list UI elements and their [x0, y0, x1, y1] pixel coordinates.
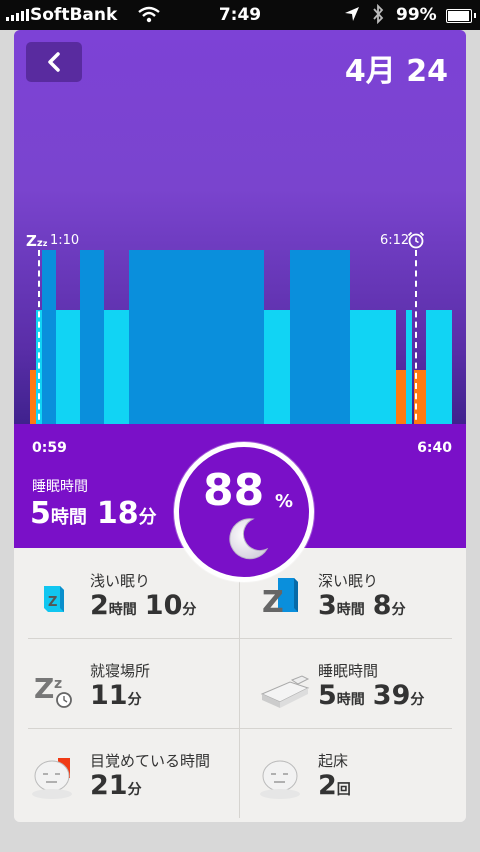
- sleep-score-badge: 88 %: [174, 442, 314, 582]
- sleep-bar-deep: [42, 250, 56, 430]
- sleep-bar-awake: [396, 370, 406, 430]
- stat-fall-asleep: Z z 就寝場所 11分: [30, 640, 240, 728]
- date-title: 4月 24: [344, 54, 448, 89]
- sleep-bar-deep: [80, 250, 104, 430]
- range-end-time: 6:40: [417, 440, 452, 456]
- moon-icon: [229, 518, 269, 560]
- sleep-bar-light: [104, 310, 129, 430]
- wake-time: 6:12: [380, 233, 410, 248]
- sleep-score-unit: %: [275, 491, 294, 512]
- zzz-icon: Zzz: [26, 232, 48, 250]
- sleep-bar-awake: [30, 370, 36, 430]
- sleep-graph: [30, 250, 452, 430]
- sleep-bar-deep: [290, 250, 350, 430]
- bluetooth-icon: [372, 3, 384, 29]
- stat-wake-count: 起床 2回: [258, 730, 466, 818]
- sleep-bar-light: [426, 310, 452, 430]
- wake-up-face-icon: [260, 760, 300, 799]
- light-sleep-icon: Z: [44, 586, 64, 612]
- chevron-left-icon: [48, 52, 60, 72]
- svg-text:Z: Z: [262, 585, 284, 620]
- total-sleep-value: 5時間 18分: [30, 496, 157, 531]
- range-start-time: 0:59: [32, 440, 67, 456]
- sleep-start-time: 1:10: [50, 233, 80, 248]
- svg-text:Z: Z: [34, 672, 54, 705]
- wake-line: [415, 250, 417, 430]
- deep-sleep-icon: Z: [262, 578, 298, 620]
- row-divider: [28, 728, 452, 729]
- back-button[interactable]: [26, 42, 82, 82]
- status-bar: SoftBank 7:49 99%: [0, 0, 480, 30]
- battery-icon: [446, 9, 476, 23]
- sleep-bar-light: [56, 310, 80, 430]
- bed-icon: [260, 675, 310, 708]
- fall-asleep-icon: Z z: [34, 672, 72, 708]
- sleep-bar-light: [350, 310, 396, 430]
- sleep-bar-light: [264, 310, 290, 430]
- sleep-bar-light: [406, 310, 412, 430]
- row-divider: [28, 638, 452, 639]
- stat-time-in-bed: 睡眠時間 5時間 39分: [258, 640, 466, 728]
- sleep-bar-deep: [129, 250, 264, 430]
- total-sleep-label: 睡眠時間: [32, 479, 88, 495]
- awake-face-icon: [32, 758, 72, 799]
- sleep-stats-grid: Z 浅い眠り 2時間 10分 Z 深い眠り 3時間 8分 Z z 就寝場所 11…: [14, 548, 466, 822]
- stat-awake-time: 目覚めている時間 21分: [30, 730, 240, 818]
- sleep-start-line: [38, 250, 40, 430]
- sleep-score-value: 88: [203, 465, 265, 516]
- svg-text:Z: Z: [48, 595, 57, 610]
- alarm-clock-icon: [407, 231, 425, 249]
- battery-percentage: 99%: [396, 5, 437, 25]
- svg-text:z: z: [54, 676, 62, 692]
- location-arrow-icon: [344, 6, 360, 27]
- sleep-detail-card: 4月 24 Zzz 1:10 6:12 0:59 6:40 睡眠時間 5時間 18…: [14, 30, 466, 822]
